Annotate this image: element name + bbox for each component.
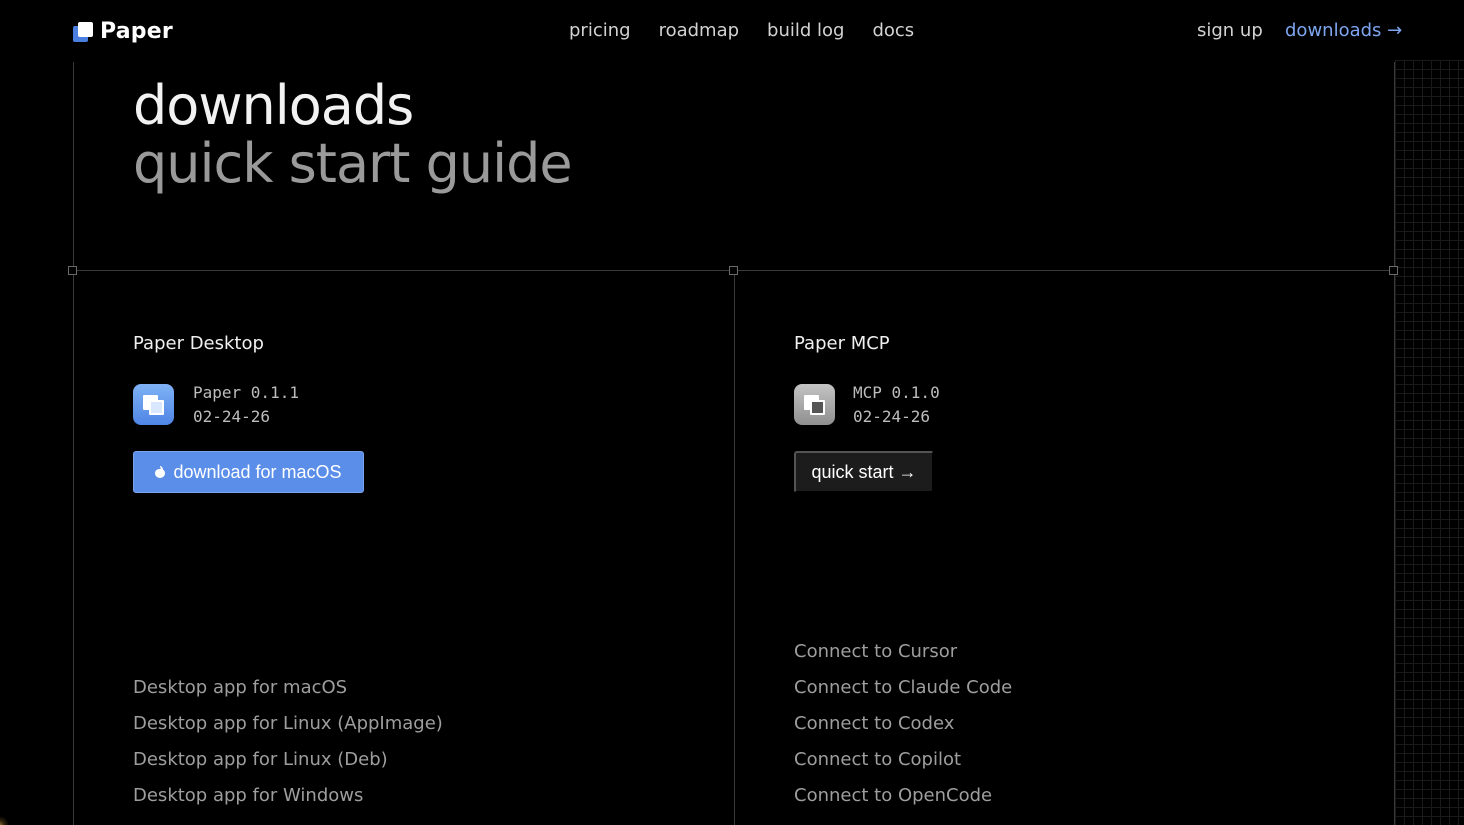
download-macos-button[interactable]: download for macOS	[133, 451, 364, 493]
frame-handle-left	[68, 266, 77, 275]
sign-up-link[interactable]: sign up	[1197, 20, 1263, 41]
mcp-link-copilot[interactable]: Connect to Copilot	[794, 742, 1012, 778]
logo-text: Paper	[100, 19, 173, 44]
mcp-version: MCP 0.1.0	[853, 383, 940, 402]
desktop-section-title: Paper Desktop	[133, 333, 264, 354]
desktop-version: Paper 0.1.1	[193, 383, 299, 402]
download-button-label: download for macOS	[173, 461, 342, 482]
nav-docs[interactable]: docs	[872, 20, 914, 41]
desktop-link-windows[interactable]: Desktop app for Windows	[133, 778, 443, 814]
desktop-link-macos[interactable]: Desktop app for macOS	[133, 670, 443, 706]
frame-line-middle	[734, 270, 735, 825]
mcp-link-opencode[interactable]: Connect to OpenCode	[794, 778, 1012, 814]
mcp-links-list: Connect to Cursor Connect to Claude Code…	[794, 634, 1012, 814]
window-corner	[0, 811, 14, 825]
frame-line-left	[73, 62, 74, 825]
frame-line-right	[1394, 62, 1395, 825]
frame-handle-middle	[729, 266, 738, 275]
apple-icon	[155, 466, 166, 478]
mcp-app-icon	[794, 384, 835, 425]
quick-start-button[interactable]: quick start →	[794, 451, 934, 493]
top-header: Paper pricing roadmap build log docs sig…	[0, 0, 1464, 62]
nav-pricing[interactable]: pricing	[569, 20, 631, 41]
logo-link[interactable]: Paper	[73, 19, 173, 44]
mcp-link-claude-code[interactable]: Connect to Claude Code	[794, 670, 1012, 706]
grid-background	[1395, 60, 1464, 825]
main-nav: pricing roadmap build log docs	[569, 20, 914, 41]
nav-build-log[interactable]: build log	[767, 20, 844, 41]
mcp-release-date: 02-24-26	[853, 407, 931, 426]
paper-logo-icon	[73, 21, 93, 42]
desktop-links-list: Desktop app for macOS Desktop app for Li…	[133, 670, 443, 814]
mcp-link-cursor[interactable]: Connect to Cursor	[794, 634, 1012, 670]
downloads-link[interactable]: downloads →	[1285, 20, 1402, 41]
nav-roadmap[interactable]: roadmap	[659, 20, 739, 41]
desktop-link-linux-appimage[interactable]: Desktop app for Linux (AppImage)	[133, 706, 443, 742]
page: Paper pricing roadmap build log docs sig…	[0, 0, 1464, 825]
mcp-section-title: Paper MCP	[794, 333, 890, 354]
desktop-release-date: 02-24-26	[193, 407, 271, 426]
desktop-link-linux-deb[interactable]: Desktop app for Linux (Deb)	[133, 742, 443, 778]
page-subtitle: quick start guide	[133, 132, 573, 195]
page-title: downloads	[133, 74, 414, 137]
frame-handle-right	[1389, 266, 1398, 275]
paper-app-icon	[133, 384, 174, 425]
mcp-link-codex[interactable]: Connect to Codex	[794, 706, 1012, 742]
